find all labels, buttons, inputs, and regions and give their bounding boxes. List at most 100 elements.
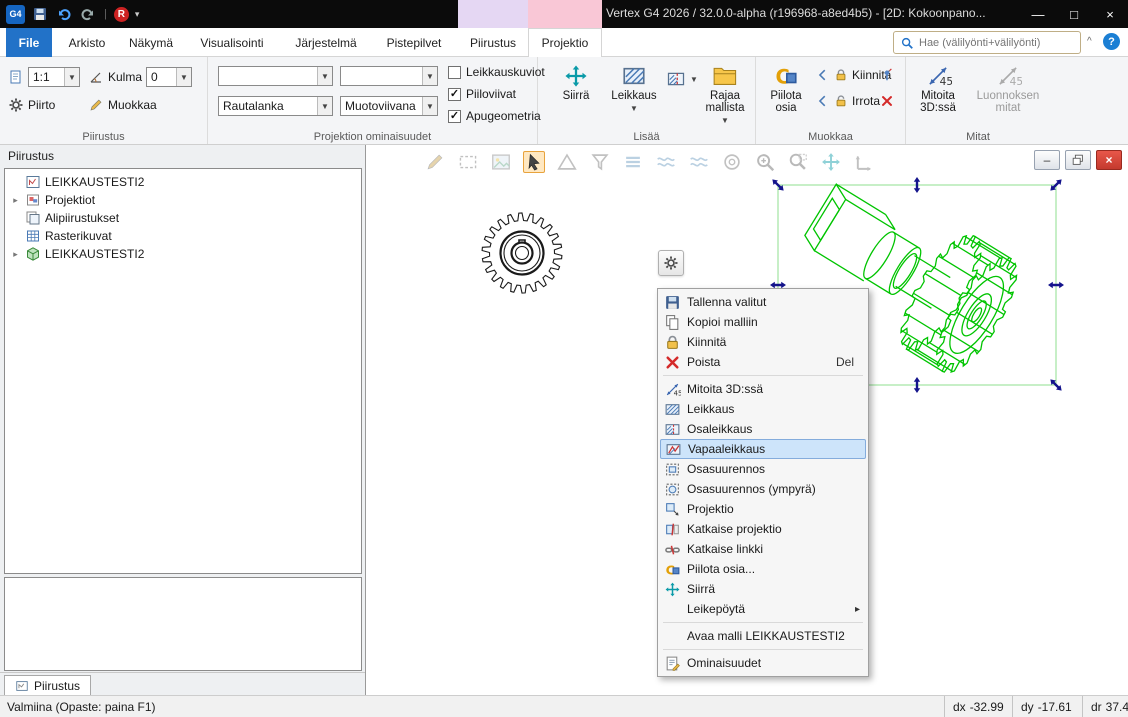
menu-item-mitoita-3d-ss[interactable]: 45Mitoita 3D:ssä: [660, 379, 866, 399]
menu-item-osasuurennos[interactable]: Osasuurennos: [660, 459, 866, 479]
menu-item-kiinnit[interactable]: Kiinnitä: [660, 332, 866, 352]
fsection-icon: [665, 441, 682, 457]
representation-combo[interactable]: Rautalanka▼: [218, 96, 333, 116]
menu-item-katkaise-projektio[interactable]: Katkaise projektio: [660, 519, 866, 539]
tree-item-label: LEIKKAUSTESTI2: [45, 247, 144, 261]
scale-control: 1:1▼: [8, 67, 80, 87]
detailc-icon: [664, 481, 681, 497]
projections-icon: [25, 192, 41, 208]
angle-combo[interactable]: 0▼: [146, 67, 192, 87]
checkbox-leikkauskuviot[interactable]: Leikkauskuviot: [448, 65, 545, 79]
breakproj-icon: [664, 521, 681, 537]
ribbon-tab-row: FileArkistoNäkymäVisualisointiJärjestelm…: [0, 28, 1128, 57]
raster-icon: [25, 228, 41, 244]
menu-item-piilota-osia[interactable]: CPiilota osia...: [660, 559, 866, 579]
menu-item-label: Projektio: [687, 502, 862, 516]
undo-button[interactable]: [55, 5, 73, 23]
scale-combo[interactable]: 1:1▼: [28, 67, 80, 87]
checkbox-piiloviivat[interactable]: ✓Piiloviivat: [448, 87, 516, 101]
menu-item-osaleikkaus[interactable]: Osaleikkaus: [660, 419, 866, 439]
menu-item-tallenna-valitut[interactable]: Tallenna valitut: [660, 292, 866, 312]
leikkaus-button[interactable]: Leikkaus ▼: [608, 60, 660, 115]
tab-j-rjestelm[interactable]: Järjestelmä: [280, 28, 372, 57]
menu-item-leikkaus[interactable]: Leikkaus: [660, 399, 866, 419]
search-box[interactable]: [893, 31, 1081, 54]
outline-combo[interactable]: Muotoviivana▼: [340, 96, 438, 116]
redo-button[interactable]: [79, 5, 97, 23]
folder-icon: [711, 63, 739, 89]
drawing-icon: [25, 174, 41, 190]
rajaa-mallista-button[interactable]: Rajaa mallista ▼: [698, 60, 752, 127]
menu-item-leikep-yt[interactable]: Leikepöytä▸: [660, 599, 866, 619]
subdrawing-icon: [25, 210, 41, 226]
dimension-3d-icon: 45: [924, 63, 952, 89]
app-logo: G4: [6, 5, 25, 24]
expand-arrow-icon[interactable]: ▸: [10, 249, 21, 260]
tab-piirustus[interactable]: Piirustus: [458, 28, 528, 57]
tab-n-kym[interactable]: Näkymä: [118, 28, 184, 57]
move-icon: [562, 63, 590, 89]
pin-tool-button[interactable]: [880, 68, 894, 82]
chevron-down-icon[interactable]: ▾: [135, 9, 140, 20]
menu-item-avaa-malli-leikkaustesti2[interactable]: Avaa malli LEIKKAUSTESTI2: [660, 626, 866, 646]
luonnoksen-mitat-button[interactable]: 45 Luonnoksen mitat: [972, 60, 1044, 114]
siirra-button[interactable]: Siirrä: [552, 60, 600, 102]
muokkaa-button[interactable]: Muokkaa: [88, 97, 157, 113]
tree-item-alipiirustukset-2[interactable]: Alipiirustukset: [5, 209, 361, 227]
menu-item-siirr[interactable]: Siirrä: [660, 579, 866, 599]
edit-icon: [88, 97, 104, 113]
tab-piirustus-bottom[interactable]: Piirustus: [4, 675, 91, 695]
expand-arrow-icon[interactable]: ▸: [10, 195, 21, 206]
menu-item-projektio[interactable]: Projektio: [660, 499, 866, 519]
menu-item-label: Osaleikkaus: [687, 422, 862, 436]
menu-item-vapaaleikkaus[interactable]: Vapaaleikkaus: [660, 439, 866, 459]
tab-file[interactable]: File: [6, 28, 52, 57]
irrota-button[interactable]: Irrota: [816, 94, 880, 108]
tree-item-leikkaustesti2-4[interactable]: ▸ LEIKKAUSTESTI2: [5, 245, 361, 263]
collapse-ribbon-icon[interactable]: ^: [1087, 36, 1092, 47]
group-label: Projektion ominaisuudet: [208, 131, 537, 143]
tree-item-leikkaustesti2-0[interactable]: LEIKKAUSTESTI2: [5, 173, 361, 191]
menu-shortcut: Del: [836, 355, 862, 369]
help-button[interactable]: ?: [1103, 33, 1120, 50]
tree-item-projektiot-1[interactable]: ▸Projektiot: [5, 191, 361, 209]
quick-settings-button[interactable]: [658, 250, 684, 276]
maximize-button[interactable]: □: [1056, 0, 1092, 28]
projection-combo-1[interactable]: ▼: [218, 66, 333, 86]
checkbox-apugeometria[interactable]: ✓Apugeometria: [448, 109, 541, 123]
tab-visualisointi[interactable]: Visualisointi: [184, 28, 280, 57]
drawing-tree: LEIKKAUSTESTI2▸ProjektiotAlipiirustukset…: [4, 168, 362, 574]
search-input[interactable]: [919, 37, 1074, 49]
move-icon: [664, 581, 681, 597]
window-title: Vertex G4 2026 / 32.0.0-alpha (r196968-a…: [606, 6, 986, 20]
projection-combo-2[interactable]: ▼: [340, 66, 438, 86]
menu-item-osasuurennos-ympyr[interactable]: Osasuurennos (ympyrä): [660, 479, 866, 499]
menu-item-label: Katkaise linkki: [687, 542, 862, 556]
drawing-canvas[interactable]: – × Tallenna valitutKopioi malliinKiinni…: [366, 145, 1128, 695]
menu-item-kopioi-malliin[interactable]: Kopioi malliin: [660, 312, 866, 332]
close-button[interactable]: ×: [1092, 0, 1128, 28]
tree-item-rasterikuvat-3[interactable]: Rasterikuvat: [5, 227, 361, 245]
svg-text:45: 45: [940, 76, 952, 88]
remove-tool-button[interactable]: [880, 94, 894, 108]
piirto-button[interactable]: Piirto: [8, 97, 55, 113]
menu-item-label: Tallenna valitut: [687, 295, 862, 309]
menu-item-katkaise-linkki[interactable]: Katkaise linkki: [660, 539, 866, 559]
separator: |: [103, 8, 108, 20]
menu-item-ominaisuudet[interactable]: Ominaisuudet: [660, 653, 866, 673]
proj-icon: [664, 501, 681, 517]
section-split-button[interactable]: ▼: [666, 69, 698, 89]
contextual-group-pink: [528, 0, 602, 28]
props-icon: [664, 655, 681, 671]
save-button[interactable]: [31, 5, 49, 23]
tab-pistepilvet[interactable]: Pistepilvet: [372, 28, 456, 57]
tab-projektio[interactable]: Projektio: [528, 28, 602, 58]
checkbox-box: [448, 66, 461, 79]
chevron-down-icon: ▼: [630, 103, 638, 115]
minimize-button[interactable]: —: [1020, 0, 1056, 28]
tab-arkisto[interactable]: Arkisto: [56, 28, 118, 57]
ribbon-group-piirustus: 1:1▼ Piirto Kulma 0▼ Muokkaa Piirustus: [0, 57, 208, 144]
mitoita-3d-button[interactable]: 45 Mitoita 3D:ssä: [910, 60, 966, 114]
piilota-osia-button[interactable]: C Piilota osia: [760, 60, 812, 114]
menu-item-poista[interactable]: PoistaDel: [660, 352, 866, 372]
